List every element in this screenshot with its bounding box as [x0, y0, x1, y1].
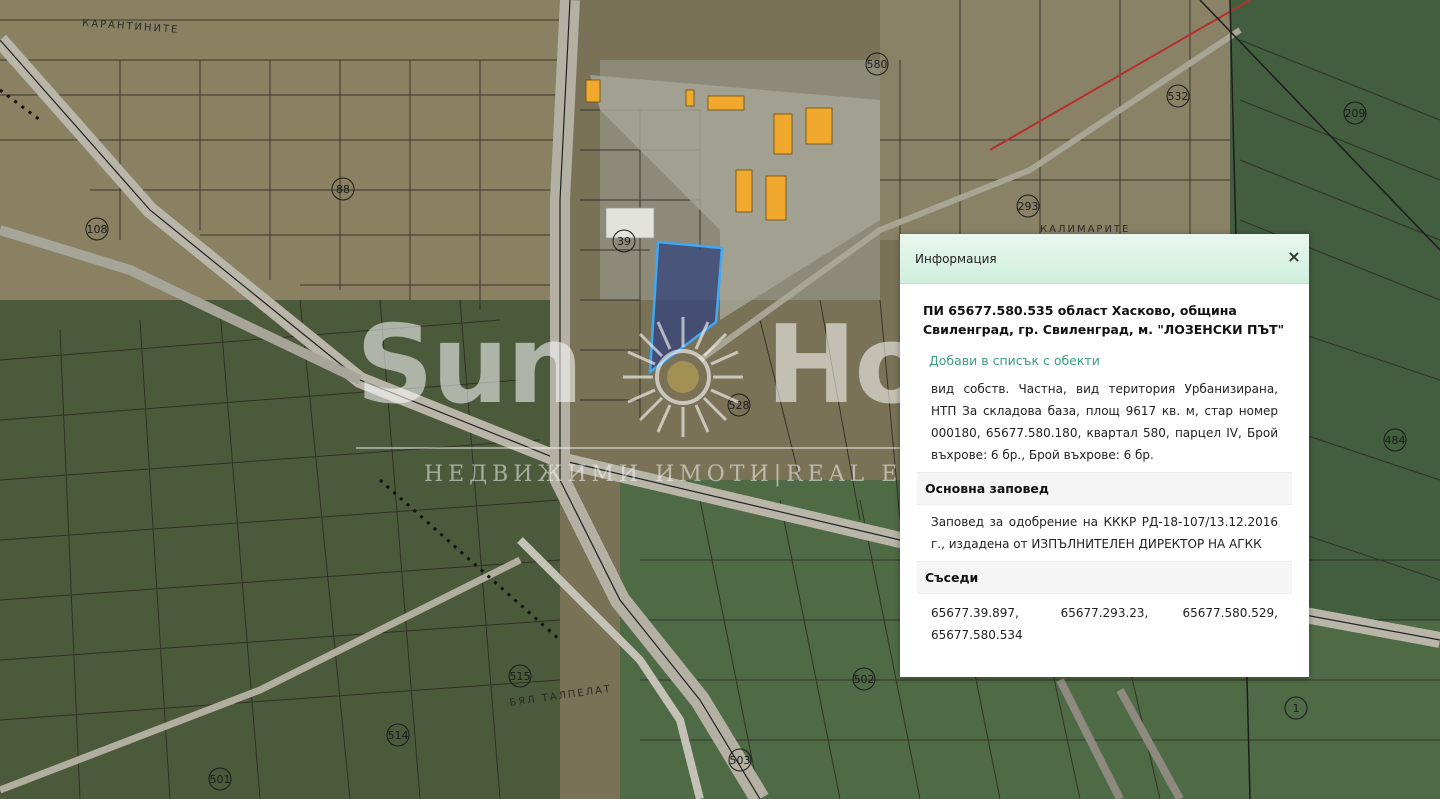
- parcel-heading: ПИ 65677.580.535 област Хасково, община …: [923, 303, 1285, 337]
- neighbors-section-title: Съседи: [917, 561, 1292, 594]
- parcel-number: 514: [388, 729, 409, 742]
- parcel-number: 293: [1018, 200, 1039, 213]
- popup-body: ПИ 65677.580.535 област Хасково, община …: [917, 297, 1292, 646]
- parcel-number: 484: [1385, 434, 1406, 447]
- parcel-number: 108: [87, 223, 108, 236]
- parcel-number: 502: [854, 673, 875, 686]
- info-popup: Информация × ПИ 65677.580.535 област Хас…: [900, 234, 1309, 677]
- parcel-description: вид собств. Частна, вид територия Урбани…: [931, 382, 1278, 462]
- parcel-number: 1: [1293, 702, 1300, 715]
- parcel-number: 515: [510, 670, 531, 683]
- parcel-number: 39: [617, 235, 631, 248]
- parcel-number: 532: [1168, 90, 1189, 103]
- parcel-number: 503: [730, 754, 751, 767]
- popup-title: Информация: [915, 252, 997, 266]
- parcel-number: 580: [867, 58, 888, 71]
- popup-header: Информация ×: [900, 234, 1309, 284]
- parcel-number: 528: [729, 399, 750, 412]
- neighbor-item: 65677.293.23,: [1060, 606, 1149, 620]
- neighbor-item: 65677.580.534: [931, 628, 1023, 642]
- order-text: Заповед за одобрение на КККР РД-18-107/1…: [931, 515, 1278, 551]
- neighbors-list: 65677.39.897, 65677.293.23, 65677.580.52…: [917, 594, 1292, 646]
- add-to-list-link[interactable]: Добави в списък с обекти: [917, 351, 1292, 370]
- neighbor-item: 65677.39.897,: [931, 606, 1019, 620]
- parcel-number: 209: [1345, 107, 1366, 120]
- parcel-number: 88: [336, 183, 350, 196]
- neighbor-item: 65677.580.529,: [1182, 606, 1278, 620]
- parcel-number: 501: [210, 773, 231, 786]
- close-icon[interactable]: ×: [1286, 249, 1302, 265]
- order-section-title: Основна заповед: [917, 472, 1292, 505]
